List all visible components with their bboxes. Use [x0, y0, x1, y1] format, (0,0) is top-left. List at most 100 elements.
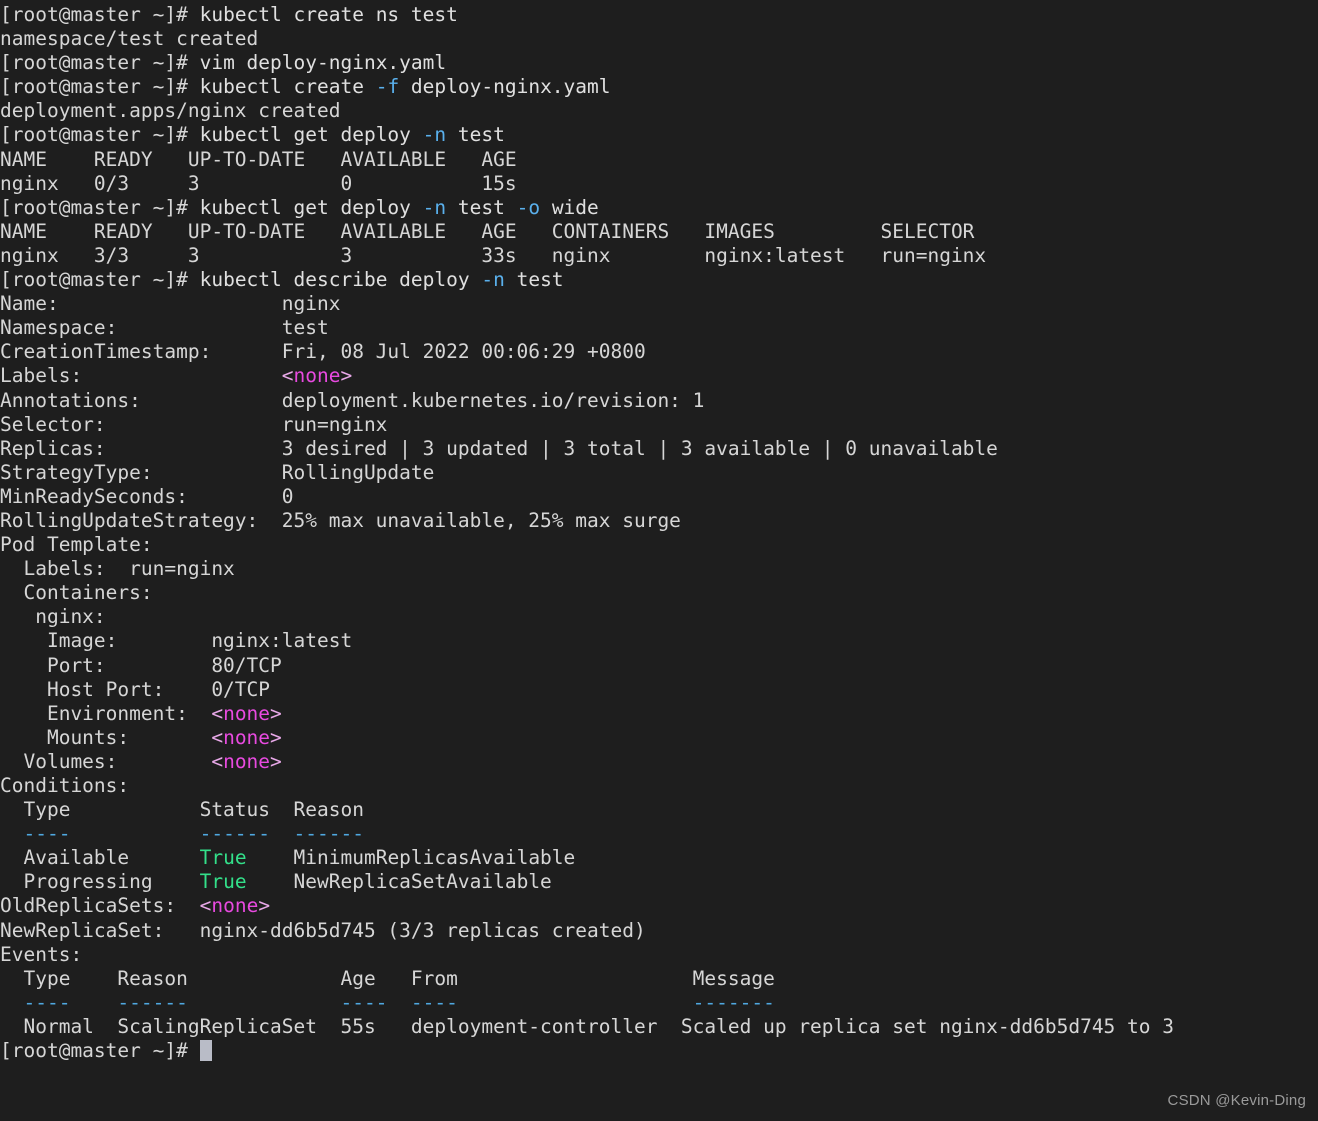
text-segment [0, 822, 23, 845]
text-segment: < [211, 725, 224, 749]
text-segment: NewReplicaSetAvailable [246, 870, 552, 894]
terminal-line-desc-strategytype: StrategyType: RollingUpdate [0, 461, 1174, 485]
text-segment: Environment: [0, 701, 212, 725]
text-segment: < [211, 701, 224, 725]
text-segment: [root@master ~]# [0, 268, 200, 292]
text-segment: none [223, 701, 271, 725]
terminal-line-events-row-1: Normal ScalingReplicaSet 55s deployment-… [0, 1015, 1174, 1039]
terminal-line-cmd-create-ns: [root@master ~]# kubectl create ns test [0, 3, 1174, 27]
terminal-line-desc-port: Port: 80/TCP [0, 654, 1174, 678]
text-segment: Image: nginx:latest [0, 629, 353, 653]
terminal-line-cmd-vim: [root@master ~]# vim deploy-nginx.yaml [0, 51, 1174, 75]
text-segment: -o [516, 195, 541, 219]
text-segment: test [446, 195, 517, 219]
text-segment: Progressing [0, 870, 200, 894]
terminal-line-desc-annotations: Annotations: deployment.kubernetes.io/re… [0, 389, 1174, 413]
text-segment: ---- ------ ---- ---- ------- [23, 990, 775, 1014]
text-segment: kubectl create ns test [199, 3, 458, 26]
terminal-line-cmd-get-deploy-wide: [root@master ~]# kubectl get deploy -n t… [0, 196, 1174, 220]
text-segment: Mounts: [0, 725, 212, 749]
terminal-line-out-ns-created: namespace/test created [0, 27, 1174, 51]
terminal-line-cond-sep: ---- ------ ------ [0, 822, 1174, 846]
terminal-line-desc-selector: Selector: run=nginx [0, 413, 1174, 437]
text-segment: -n [422, 195, 447, 219]
text-segment: Name: nginx [0, 292, 341, 316]
terminal-line-row-get-deploy: nginx 0/3 3 0 15s [0, 172, 1174, 196]
terminal-line-desc-creationtimestamp: CreationTimestamp: Fri, 08 Jul 2022 00:0… [0, 340, 1174, 364]
text-segment: Port: 80/TCP [0, 653, 282, 677]
text-segment: -f [375, 75, 400, 99]
text-segment: Containers: [0, 581, 153, 605]
terminal-line-desc-hostport: Host Port: 0/TCP [0, 678, 1174, 702]
text-segment: CreationTimestamp: Fri, 08 Jul 2022 00:0… [0, 340, 646, 364]
text-segment: -n [422, 123, 447, 147]
text-segment: none [211, 894, 259, 918]
text-segment: ---- ------ ------ [23, 822, 364, 846]
terminal-line-out-deploy-created: deployment.apps/nginx created [0, 99, 1174, 123]
terminal-line-desc-labels: Labels: <none> [0, 364, 1174, 388]
text-segment: Pod Template: [0, 533, 153, 557]
csdn-watermark: CSDN @Kevin-Ding [1167, 1092, 1306, 1109]
text-segment: wide [540, 195, 599, 219]
terminal-line-hdr-get-deploy-wide: NAME READY UP-TO-DATE AVAILABLE AGE CONT… [0, 220, 1174, 244]
terminal-cursor [199, 1040, 212, 1062]
text-segment: True [199, 870, 247, 894]
text-segment: > [270, 701, 282, 725]
terminal-line-desc-rollingupdatestrategy: RollingUpdateStrategy: 25% max unavailab… [0, 509, 1174, 533]
terminal-line-desc-image: Image: nginx:latest [0, 629, 1174, 653]
text-segment: Labels: run=nginx [0, 557, 235, 581]
terminal-screen[interactable]: [root@master ~]# kubectl create ns test n… [0, 3, 1174, 1063]
text-segment: < [199, 894, 212, 918]
terminal-line-cond-available: Available True MinimumReplicasAvailable [0, 846, 1174, 870]
terminal-line-cmd-create-f: [root@master ~]# kubectl create -f deplo… [0, 75, 1174, 99]
text-segment: [root@master ~]# [0, 123, 200, 147]
text-segment: > [258, 894, 271, 918]
text-segment: kubectl get deploy [199, 195, 423, 219]
text-segment: > [270, 749, 282, 773]
text-segment: nginx 0/3 3 0 15s [0, 171, 517, 195]
text-segment: Namespace: test [0, 316, 329, 340]
text-segment: Conditions: [0, 774, 130, 797]
text-segment: -n [481, 268, 505, 292]
text-segment: Events: [0, 942, 83, 966]
text-segment: > [270, 725, 282, 749]
text-segment: RollingUpdateStrategy: 25% max unavailab… [0, 508, 681, 532]
terminal-line-cmd-describe: [root@master ~]# kubectl describe deploy… [0, 268, 1174, 292]
text-segment: OldReplicaSets: [0, 894, 200, 918]
text-segment: NewReplicaSet: nginx-dd6b5d745 (3/3 repl… [0, 918, 646, 942]
terminal-line-desc-conditions: Conditions: [0, 774, 1174, 798]
text-segment: [root@master ~]# [0, 3, 200, 26]
text-segment: Selector: run=nginx [0, 412, 388, 436]
text-segment: nginx 3/3 3 3 33s nginx nginx:latest run… [0, 243, 987, 267]
text-segment: < [281, 364, 294, 388]
text-segment: [root@master ~]# [0, 51, 200, 75]
text-segment: < [211, 749, 224, 773]
terminal-line-events-header: Type Reason Age From Message [0, 967, 1174, 991]
text-segment: vim deploy-nginx.yaml [199, 51, 447, 75]
terminal-line-row-get-deploy-wide: nginx 3/3 3 3 33s nginx nginx:latest run… [0, 244, 1174, 268]
terminal-line-desc-events: Events: [0, 943, 1174, 967]
text-segment: MinReadySeconds: 0 [0, 484, 294, 508]
text-segment: none [223, 725, 271, 749]
terminal-line-desc-oldreplicasets: OldReplicaSets: <none> [0, 894, 1174, 918]
text-segment: [root@master ~]# [0, 75, 200, 99]
terminal-line-events-sep: ---- ------ ---- ---- ------- [0, 991, 1174, 1015]
terminal-line-desc-mounts: Mounts: <none> [0, 726, 1174, 750]
text-segment: [root@master ~]# [0, 195, 200, 219]
terminal-line-prompt-final: [root@master ~]# [0, 1039, 1174, 1063]
text-segment: none [293, 364, 341, 388]
text-segment: test [504, 268, 564, 292]
terminal-line-desc-pod-labels: Labels: run=nginx [0, 557, 1174, 581]
text-segment: Available [0, 846, 200, 870]
terminal-line-cmd-get-deploy: [root@master ~]# kubectl get deploy -n t… [0, 123, 1174, 147]
terminal-window[interactable]: [root@master ~]# kubectl create ns test n… [0, 0, 1318, 1121]
text-segment: Type Status Reason [0, 798, 364, 822]
text-segment: kubectl get deploy [199, 123, 423, 147]
text-segment: Normal ScalingReplicaSet 55s deployment-… [0, 1014, 1174, 1038]
terminal-line-desc-name: Name: nginx [0, 292, 1174, 316]
text-segment: Labels: [0, 364, 282, 388]
terminal-line-hdr-get-deploy: NAME READY UP-TO-DATE AVAILABLE AGE [0, 148, 1174, 172]
text-segment [0, 991, 23, 1014]
text-segment: Type Reason Age From Message [0, 966, 775, 990]
terminal-line-cond-header: Type Status Reason [0, 798, 1174, 822]
